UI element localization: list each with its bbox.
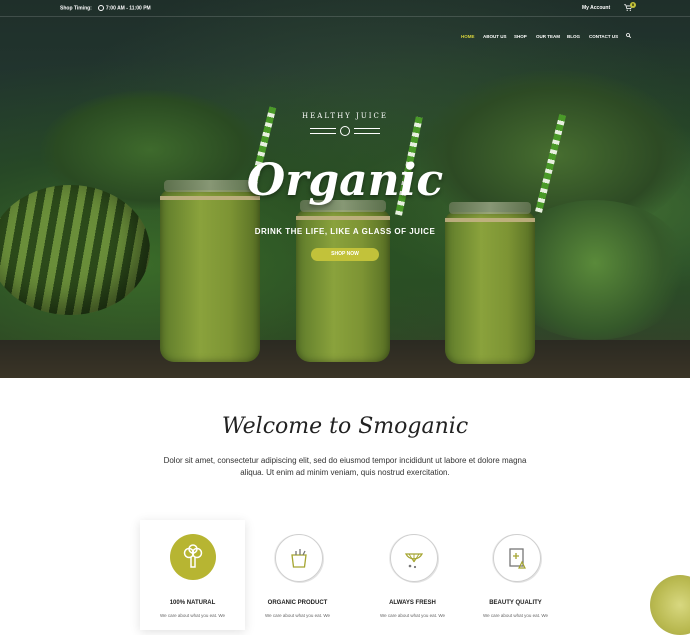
leaf-drop-icon (340, 126, 350, 136)
hero-banner: Shop Timing: 7:00 AM - 11:00 PM My Accoun… (0, 0, 690, 378)
broccoli-icon (170, 534, 216, 580)
top-bar: Shop Timing: 7:00 AM - 11:00 PM My Accoun… (0, 0, 690, 17)
feature-description: We care about what you eat. We (159, 613, 226, 618)
cart-count-badge: 0 (630, 2, 636, 8)
watermelon-image (0, 185, 150, 315)
quality-certificate-icon (493, 534, 541, 582)
feature-description: We care about what you eat. We (379, 613, 446, 618)
search-icon[interactable] (626, 33, 631, 38)
feature-description: We care about what you eat. We (482, 613, 549, 618)
juice-jar (160, 180, 260, 362)
shop-timing-label: Shop Timing: (60, 5, 92, 12)
citrus-slice-icon (390, 534, 438, 582)
feature-card-fresh[interactable]: ALWAYS FRESH We care about what you eat.… (360, 520, 465, 630)
feature-title: ALWAYS FRESH (389, 600, 436, 606)
shop-timing-value: 7:00 AM - 11:00 PM (105, 5, 151, 12)
nav-item-blog[interactable]: BLOG (567, 34, 580, 39)
clock-icon (97, 5, 104, 11)
welcome-text: Dolor sit amet, consectetur adipiscing e… (163, 456, 527, 477)
feature-card-organic[interactable]: ORGANIC PRODUCT We care about what you e… (245, 520, 350, 630)
badge-text: HEALTHY JUICE (302, 112, 388, 120)
decorative-fruit (650, 575, 690, 635)
feature-title: 100% NATURAL (169, 600, 216, 606)
feature-title: ORGANIC PRODUCT (267, 600, 328, 606)
shop-timing: Shop Timing: 7:00 AM - 11:00 PM (60, 5, 151, 11)
nav-item-shop[interactable]: SHOP (514, 34, 527, 39)
nav-item-about-us[interactable]: ABOUT US (483, 34, 507, 39)
shop-now-button[interactable]: SHOP NOW (311, 248, 379, 261)
hero-title: Organic (246, 155, 444, 206)
hero-tagline: DRINK THE LIFE, LIKE A GLASS OF JUICE (254, 227, 436, 236)
nav-item-home[interactable]: HOME (461, 34, 475, 39)
nav-item-our-team[interactable]: OUR TEAM (536, 34, 560, 39)
feature-title: BEAUTY QUALITY (489, 600, 542, 606)
nav-item-contact-us[interactable]: CONTACT US (589, 34, 618, 39)
my-account-link[interactable]: My Account (582, 5, 610, 11)
feature-card-natural[interactable]: 100% NATURAL We care about what you eat.… (140, 520, 245, 630)
feature-card-quality[interactable]: BEAUTY QUALITY We care about what you ea… (463, 520, 568, 630)
feature-description: We care about what you eat. We (264, 613, 331, 618)
healthy-juice-badge: HEALTHY JUICE (300, 112, 390, 136)
welcome-heading: Welcome to Smoganic (221, 414, 469, 439)
grocery-bag-icon (275, 534, 323, 582)
